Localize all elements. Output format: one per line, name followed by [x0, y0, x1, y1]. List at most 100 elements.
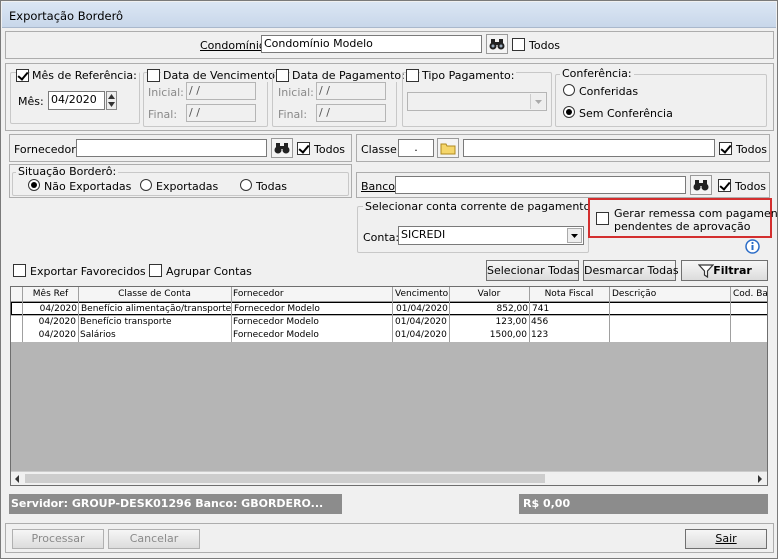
col-classe-conta[interactable]: Classe de Conta — [78, 288, 231, 300]
export-bordero-window: Exportação Borderô Condomínio: Condomíni… — [0, 0, 778, 559]
sair-button[interactable]: Sair — [685, 529, 767, 549]
grid-line — [392, 287, 393, 342]
gerar-remessa-label-line2: pendentes de aprovação — [614, 220, 751, 233]
vencimento-inicial-input[interactable]: / / — [186, 82, 256, 100]
binoculars-icon — [274, 143, 290, 154]
pagamento-inicial-input[interactable]: / / — [316, 82, 386, 100]
pagamento-final-input[interactable]: / / — [316, 104, 386, 122]
situacao-exportadas-radio[interactable] — [140, 179, 152, 191]
cell-mes-ref: 04/2020 — [38, 317, 76, 327]
classe-label: Classe: — [361, 143, 401, 156]
agrupar-contas-checkbox[interactable] — [149, 264, 162, 277]
exportar-favorecidos-checkbox[interactable] — [13, 264, 26, 277]
pagamento-final-label: Final: — [278, 108, 308, 121]
col-fornecedor[interactable]: Fornecedor — [231, 288, 392, 300]
conferencia-sem-conferencia-label: Sem Conferência — [579, 107, 673, 120]
situacao-exportadas-label: Exportadas — [156, 180, 219, 193]
cell-fornecedor: Fornecedor Modelo — [234, 304, 320, 314]
tipo-pagamento-dropdown[interactable] — [530, 94, 545, 109]
data-vencimento-checkbox[interactable] — [147, 69, 160, 82]
col-cod-banco[interactable]: Cod. Ba — [731, 288, 767, 300]
date-filter-panel: Mês de Referência: Mês: 04/2020 Data de … — [5, 63, 774, 131]
banco-search-button[interactable] — [690, 175, 712, 195]
classe-folder-button[interactable] — [437, 138, 459, 158]
gerar-remessa-checkbox[interactable] — [596, 212, 609, 225]
col-vencimento[interactable]: Vencimento — [393, 288, 449, 300]
horizontal-scrollbar[interactable] — [11, 471, 767, 485]
cell-mes-ref: 04/2020 — [38, 330, 76, 340]
conferencia-conferidas-label: Conferidas — [579, 85, 639, 98]
folder-icon — [440, 143, 456, 154]
grid-line — [78, 287, 79, 342]
conferencia-conferidas-radio[interactable] — [563, 84, 575, 96]
banco-todos-checkbox[interactable] — [718, 179, 731, 192]
scroll-right-icon[interactable] — [756, 475, 764, 483]
cancelar-button[interactable]: Cancelar — [108, 529, 200, 549]
selecionar-todas-button[interactable]: Selecionar Todas — [486, 260, 579, 281]
condominio-panel: Condomínio: Condomínio Modelo Todos — [5, 31, 774, 59]
banco-input[interactable] — [395, 176, 686, 194]
situacao-todas-radio[interactable] — [240, 179, 252, 191]
mes-input[interactable]: 04/2020 — [48, 91, 105, 110]
filtrar-label: Filtrar — [713, 264, 752, 277]
conta-dropdown-button[interactable] — [567, 228, 582, 243]
banco-label: Banco: — [361, 180, 399, 193]
banco-todos-label: Todos — [735, 180, 767, 193]
grid-line — [449, 287, 450, 342]
conta-label: Conta: — [363, 231, 400, 244]
mes-referencia-checkbox[interactable] — [16, 69, 29, 82]
condominio-todos-label: Todos — [529, 39, 561, 52]
grid-line — [730, 287, 731, 342]
data-pagamento-checkbox[interactable] — [276, 69, 289, 82]
cell-classe-conta: Benefício alimentação/transporte — [81, 304, 232, 314]
exportar-favorecidos-label: Exportar Favorecidos — [30, 265, 146, 278]
fornecedor-input[interactable] — [76, 139, 267, 157]
classe-todos-checkbox[interactable] — [719, 142, 732, 155]
conferencia-sem-conferencia-radio[interactable] — [563, 106, 575, 118]
desmarcar-todas-button[interactable]: Desmarcar Todas — [583, 260, 679, 281]
vencimento-final-input[interactable]: / / — [186, 104, 256, 122]
table-row[interactable]: 04/2020 Benefício alimentação/transporte… — [11, 302, 767, 315]
classe-code-input[interactable]: . — [398, 139, 434, 157]
condominio-label: Condomínio: — [200, 39, 270, 52]
cell-nota-fiscal: 123 — [531, 330, 549, 340]
conta-select[interactable]: SICREDI — [398, 226, 584, 245]
cell-valor: 1500,00 — [489, 330, 527, 340]
scroll-left-icon[interactable] — [13, 475, 21, 483]
server-status: Servidor: GROUP-DESK01296 Banco: GBORDER… — [9, 494, 342, 514]
scrollbar-thumb[interactable] — [25, 474, 545, 483]
processar-button[interactable]: Processar — [12, 529, 104, 549]
situacao-nao-exportadas-radio[interactable] — [28, 179, 40, 191]
bordero-table[interactable]: Mês Ref Classe de Conta Fornecedor Venci… — [10, 286, 768, 486]
info-icon[interactable] — [745, 239, 760, 254]
col-descricao[interactable]: Descrição — [610, 288, 730, 300]
condominio-input[interactable]: Condomínio Modelo — [261, 35, 482, 53]
table-row[interactable]: 04/2020 Benefício transporte Fornecedor … — [11, 316, 767, 329]
chevron-down-icon — [571, 234, 578, 238]
condominio-todos-checkbox[interactable] — [512, 38, 525, 51]
filtrar-button[interactable]: Filtrar — [681, 260, 768, 281]
col-nota-fiscal[interactable]: Nota Fiscal — [529, 288, 609, 300]
situacao-todas-label: Todas — [256, 180, 288, 193]
cell-nota-fiscal: 741 — [532, 304, 550, 314]
table-row[interactable]: 04/2020 Salários Fornecedor Modelo 01/04… — [11, 329, 767, 342]
col-mes-ref[interactable]: Mês Ref — [23, 288, 78, 300]
tipo-pagamento-select[interactable] — [407, 92, 547, 111]
binoculars-icon — [489, 39, 505, 50]
grid-line — [529, 287, 530, 342]
classe-todos-label: Todos — [736, 143, 768, 156]
cell-vencimento: 01/04/2020 — [396, 304, 448, 314]
classe-input[interactable] — [463, 139, 715, 157]
situacao-nao-exportadas-label: Não Exportadas — [44, 180, 132, 193]
fornecedor-search-button[interactable] — [271, 138, 293, 158]
tipo-pagamento-checkbox[interactable] — [406, 69, 419, 82]
fornecedor-todos-label: Todos — [314, 143, 346, 156]
title-bar: Exportação Borderô — [2, 2, 776, 28]
mes-spinner[interactable] — [106, 91, 117, 110]
window-title: Exportação Borderô — [9, 9, 124, 23]
col-valor[interactable]: Valor — [449, 288, 529, 300]
spinner-arrows-icon — [108, 94, 115, 107]
cell-fornecedor: Fornecedor Modelo — [233, 317, 319, 327]
condominio-search-button[interactable] — [486, 34, 508, 54]
fornecedor-todos-checkbox[interactable] — [297, 142, 310, 155]
